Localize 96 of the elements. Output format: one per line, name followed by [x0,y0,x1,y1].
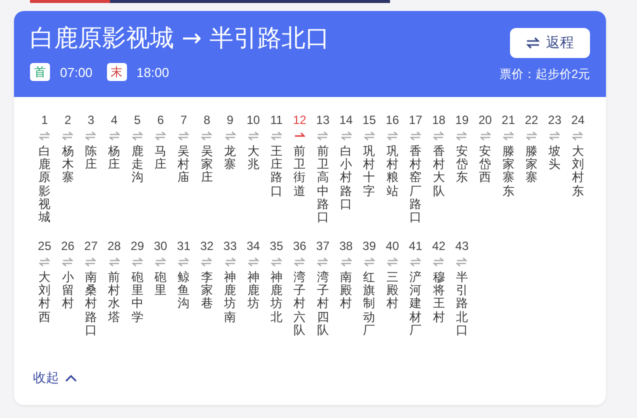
stop-name[interactable]: 大兆 [247,145,260,172]
stop-name[interactable]: 陈庄 [84,145,97,172]
stop-name[interactable]: 三殿村 [386,271,398,311]
stop-number: 11 [270,113,283,127]
stop-name[interactable]: 红旗制动厂 [363,271,376,337]
stop-number: 22 [524,113,538,127]
stop-number: 26 [61,239,74,253]
stop-number: 39 [362,239,376,253]
stop-number: 18 [432,113,446,127]
stop-number: 12 [292,113,306,127]
stop-name[interactable]: 浐河建材厂 [410,271,422,337]
stop-name[interactable]: 大刘村西 [38,271,51,324]
stop-name[interactable]: 湾子村四队 [316,271,329,337]
stop-number: 6 [157,113,164,127]
stop-name[interactable]: 大刘村东 [572,145,584,198]
stop-number: 2 [64,113,72,127]
stop-number: 42 [432,239,446,253]
stop-number: 23 [548,113,562,127]
stop-name[interactable]: 砲里中学 [131,271,144,324]
stop-name[interactable]: 神鹿坊 [247,271,260,311]
stop-name[interactable]: 神鹿坊北 [270,271,282,324]
stop-number: 3 [88,113,94,127]
stop-name[interactable]: 湾子村六队 [294,271,306,337]
stop-name[interactable]: 前卫高中路口 [316,145,329,224]
stop-name[interactable]: 前卫街道 [294,145,306,198]
stop-number: 35 [270,239,284,253]
fare-text: 票价：起步价2元 [499,66,590,83]
stop-name[interactable]: 安岱西 [479,145,492,185]
stop-number: 15 [362,113,376,127]
stop-number: 41 [408,239,422,253]
stop-name[interactable]: 前村水塔 [108,271,120,324]
stop-name[interactable]: 安岱东 [456,145,468,185]
stop-number: 27 [84,239,98,253]
stop-name[interactable]: 滕家寨东 [502,145,514,198]
stop-number: 20 [478,113,492,127]
stop-name[interactable]: 半引路北口 [456,271,468,337]
chevron-up-icon [65,374,77,382]
stop-number: 34 [246,239,260,253]
stop-number: 28 [107,239,121,253]
stop-number: 31 [177,239,190,253]
stop-number: 9 [226,113,234,127]
stop-name[interactable]: 香村窑厂路口 [410,145,422,224]
stop-number: 1 [41,113,48,127]
stop-number: 14 [339,113,353,127]
stop-number: 7 [180,113,188,127]
stop-name[interactable]: 龙寨 [224,145,236,172]
stop-number: 4 [110,113,118,127]
swap-icon [526,37,540,49]
stop-number: 24 [571,113,585,127]
stop-number: 19 [455,113,469,127]
stop-number: 8 [204,113,210,127]
stop-number: 37 [316,239,330,253]
stop-name[interactable]: 白鹿原影视城 [38,145,51,224]
stop-name[interactable]: 坡头 [548,145,561,172]
stop-name[interactable]: 南桑村路口 [84,271,97,337]
stop-name[interactable]: 吴村庙 [178,145,190,185]
stop-number: 16 [386,113,400,127]
stop-name[interactable]: 小留村 [62,271,74,311]
stop-name[interactable]: 王庄路口 [270,145,282,198]
collapse-link[interactable]: 收起 [33,369,77,387]
first-bus-time: 07:00 [60,64,93,80]
stop-name[interactable]: 鲸鱼沟 [178,271,190,311]
stop-number: 13 [316,113,330,127]
first-bus-badge: 首 [30,63,50,81]
stop-number: 25 [38,239,52,253]
stop-number: 21 [502,113,516,127]
stop-name[interactable]: 杨庄 [108,145,120,172]
stop-name[interactable]: 杨木寨 [62,145,74,185]
stop-number: 36 [292,239,306,253]
stop-name[interactable]: 香村大队 [432,145,445,198]
stop-name[interactable]: 滕家寨 [526,145,538,185]
stop-number: 40 [386,239,400,253]
route-title: 白鹿原影视城 → 半引路北口 [30,23,330,53]
stop-name[interactable]: 马庄 [154,145,167,172]
stop-name[interactable]: 神鹿坊南 [224,271,236,324]
stop-name[interactable]: 鹿走沟 [131,145,144,185]
stop-name[interactable]: 李家巷 [200,271,213,311]
stop-number: 17 [408,113,422,127]
stop-number: 5 [134,113,141,127]
stop-name[interactable]: 砲里 [154,271,167,298]
last-bus-badge: 末 [106,63,127,81]
stop-name[interactable]: 南殿村 [340,271,352,311]
stop-name[interactable]: 白小村路口 [340,145,352,211]
stop-name[interactable]: 穆将王村 [432,271,445,324]
last-bus-time: 18:00 [136,64,170,80]
stop-number: 30 [154,239,168,253]
stop-name[interactable]: 巩村十字 [363,145,376,198]
stop-number: 32 [200,239,214,253]
stop-number: 33 [223,239,237,253]
stop-name[interactable]: 吴家庄 [200,145,213,185]
stop-number: 43 [455,239,469,253]
stop-number: 38 [339,239,353,253]
stop-name[interactable]: 巩村粮站 [386,145,398,198]
return-button[interactable]: 返程 [510,28,590,58]
stop-number: 29 [130,239,144,253]
stop-number: 10 [246,113,260,127]
